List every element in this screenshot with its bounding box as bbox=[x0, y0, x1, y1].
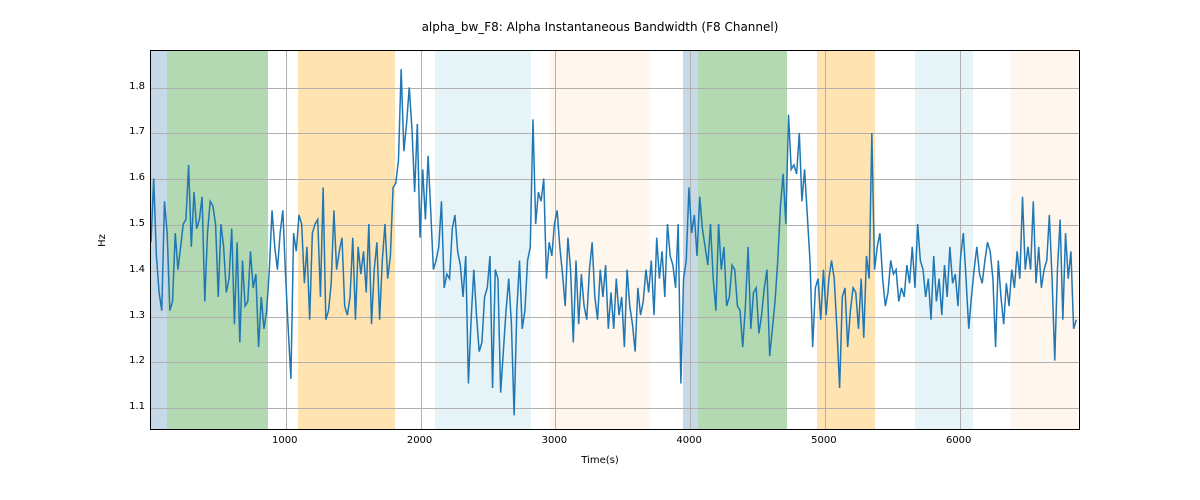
x-tick-label: 1000 bbox=[255, 435, 315, 446]
x-tick-label: 5000 bbox=[794, 435, 854, 446]
y-tick-label: 1.6 bbox=[110, 172, 145, 183]
x-axis-label: Time(s) bbox=[0, 455, 1200, 466]
y-tick-label: 1.5 bbox=[110, 218, 145, 229]
y-tick-label: 1.7 bbox=[110, 126, 145, 137]
y-tick-label: 1.2 bbox=[110, 355, 145, 366]
chart-title: alpha_bw_F8: Alpha Instantaneous Bandwid… bbox=[0, 20, 1200, 34]
y-tick-label: 1.8 bbox=[110, 81, 145, 92]
figure: alpha_bw_F8: Alpha Instantaneous Bandwid… bbox=[0, 0, 1200, 500]
plot-area bbox=[150, 50, 1080, 430]
x-tick-label: 2000 bbox=[390, 435, 450, 446]
y-tick-label: 1.4 bbox=[110, 264, 145, 275]
x-tick-label: 4000 bbox=[659, 435, 719, 446]
y-tick-label: 1.3 bbox=[110, 310, 145, 321]
series-line bbox=[151, 51, 1079, 429]
series-polyline bbox=[151, 69, 1076, 415]
x-tick-label: 6000 bbox=[929, 435, 989, 446]
y-tick-label: 1.1 bbox=[110, 401, 145, 412]
y-axis-label: Hz bbox=[95, 50, 109, 430]
x-tick-label: 3000 bbox=[524, 435, 584, 446]
